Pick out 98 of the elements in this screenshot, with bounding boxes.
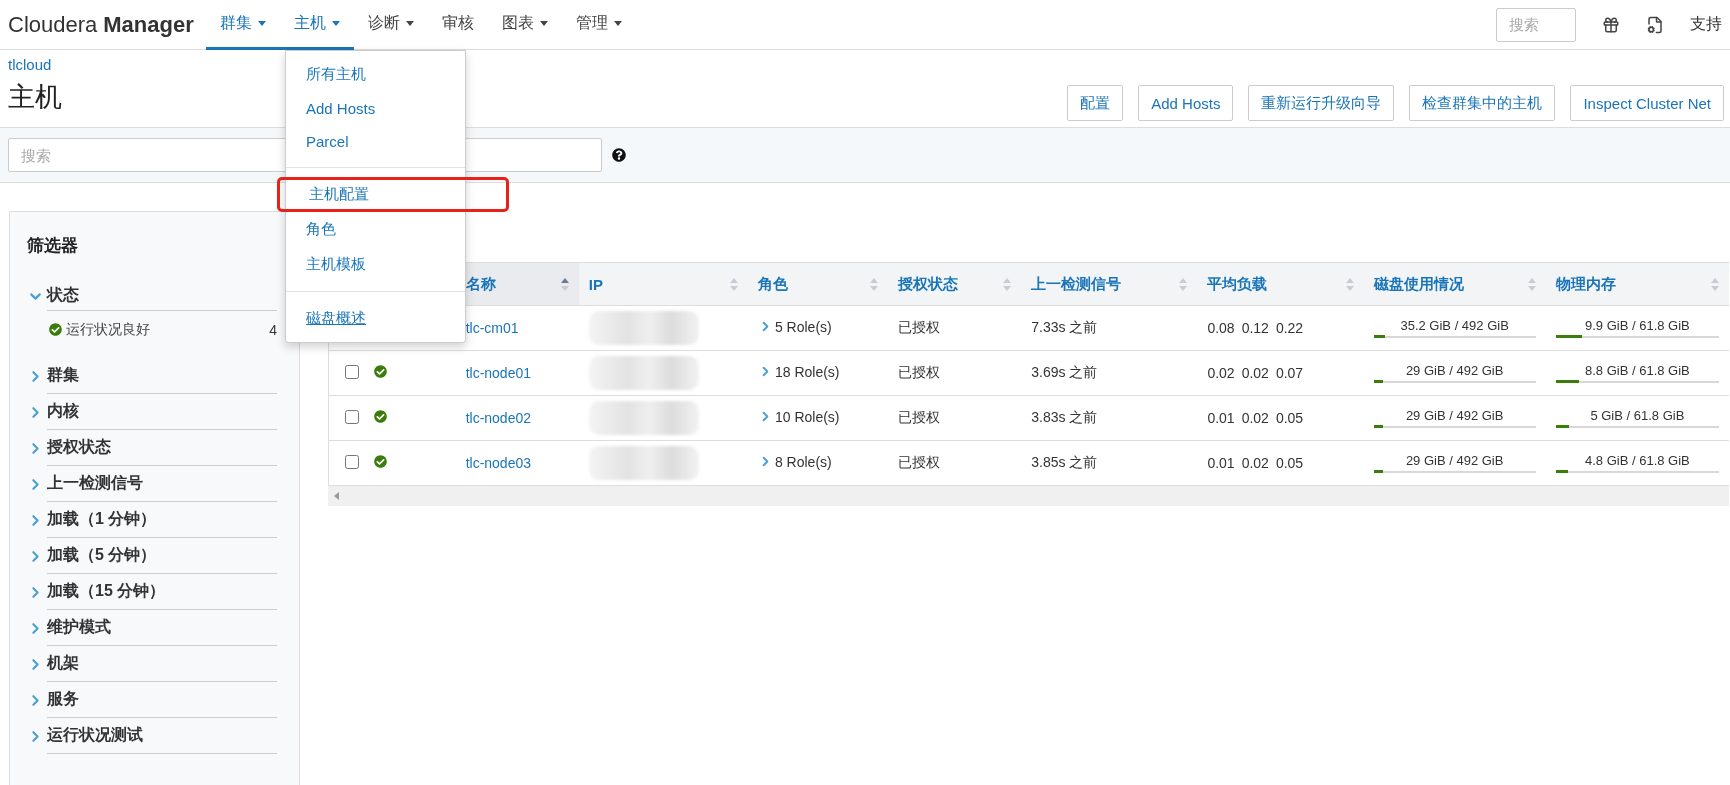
load-value: 0.01 — [1207, 455, 1235, 471]
filter-section[interactable]: 内核 — [27, 394, 277, 430]
nav-menu[interactable]: 图表 — [487, 0, 562, 50]
caret-icon — [257, 21, 266, 26]
column-header[interactable]: 平均负载 — [1197, 262, 1364, 306]
filter-section[interactable]: 授权状态 — [27, 430, 277, 466]
caret-icon — [539, 21, 548, 26]
horizontal-scrollbar[interactable] — [328, 486, 1729, 506]
host-link[interactable]: tlc-node01 — [465, 365, 531, 381]
row-checkbox[interactable] — [345, 364, 359, 379]
load-value: 0.22 — [1275, 320, 1304, 336]
nav-menu[interactable]: 群集 — [205, 0, 280, 50]
sort-icon[interactable] — [870, 277, 879, 291]
column-header[interactable]: 上一检测信号 — [1021, 262, 1198, 306]
sort-icon[interactable] — [1003, 277, 1012, 291]
filter-section[interactable]: 上一检测信号 — [27, 466, 277, 502]
load-value: 0.02 — [1241, 455, 1269, 471]
action-button[interactable]: 配置 — [1067, 85, 1124, 121]
sort-icon[interactable] — [729, 277, 738, 291]
table-cell: 3.83s 之前 — [1021, 395, 1198, 441]
table-cell: 已授权 — [888, 440, 1022, 486]
usage-reading: 4.8 GiB / 61.8 GiB — [1584, 453, 1691, 468]
filter-section[interactable]: 加载（5 分钟） — [27, 538, 277, 574]
load-value: 0.02 — [1207, 365, 1235, 381]
load-value: 0.08 — [1207, 320, 1235, 336]
nav-menu[interactable]: 审核 — [427, 0, 488, 50]
load-value: 0.02 — [1241, 365, 1269, 381]
roles-toggle[interactable]: 18 Role(s) — [757, 363, 840, 380]
table-cell: 已授权 — [888, 305, 1022, 351]
host-link[interactable]: tlc-cm01 — [465, 320, 519, 336]
filter-section[interactable]: 运行状况测试 — [27, 718, 277, 754]
roles-toggle[interactable]: 10 Role(s) — [757, 408, 840, 425]
column-header[interactable]: 角色 — [747, 262, 889, 306]
nav-menu[interactable]: 管理 — [561, 0, 636, 50]
menu-item[interactable]: Add Hosts — [286, 92, 465, 125]
load-value: 0.05 — [1275, 410, 1304, 426]
action-button[interactable]: 检查群集中的主机 — [1409, 85, 1556, 121]
usage-reading: 29 GiB / 492 GiB — [1404, 363, 1505, 378]
filter-section[interactable]: 机架 — [27, 646, 277, 682]
support-menu[interactable]: 支持 — [1690, 14, 1722, 35]
filter-section[interactable]: 加载（1 分钟） — [27, 502, 277, 538]
action-button[interactable]: Inspect Cluster Net — [1570, 85, 1724, 121]
breadcrumb-link[interactable]: tlcloud — [8, 56, 62, 73]
table-cell: 3.85s 之前 — [1021, 440, 1198, 486]
load-value: 0.02 — [1241, 410, 1269, 426]
caret-icon — [613, 21, 622, 26]
column-header[interactable]: 磁盘使用情况 — [1363, 262, 1546, 306]
host-link[interactable]: tlc-node03 — [465, 455, 531, 471]
load-value: 0.05 — [1275, 455, 1304, 471]
load-value: 0.12 — [1241, 320, 1269, 336]
usage-reading: 9.9 GiB / 61.8 GiB — [1584, 318, 1691, 333]
filter-section[interactable]: 状态 — [27, 281, 277, 311]
usage-reading: 35.2 GiB / 492 GiB — [1399, 318, 1510, 333]
filter-title: 筛选器 — [27, 235, 79, 257]
column-header[interactable]: IP — [578, 262, 748, 306]
sort-icon[interactable] — [1527, 277, 1536, 291]
usage-reading: 29 GiB / 492 GiB — [1404, 408, 1505, 423]
document-gear-icon[interactable] — [1646, 15, 1664, 34]
caret-icon — [405, 21, 414, 26]
menu-item[interactable]: 所有主机 — [286, 57, 465, 92]
brand-logo[interactable]: Cloudera Manager — [8, 0, 194, 49]
table-cell: 3.69s 之前 — [1021, 350, 1198, 396]
action-button[interactable]: Add Hosts — [1138, 85, 1234, 121]
column-header[interactable]: 物理内存 — [1545, 262, 1729, 306]
table-cell: 已授权 — [888, 350, 1022, 396]
row-checkbox[interactable] — [345, 409, 359, 424]
nav-menu[interactable]: 诊断 — [353, 0, 428, 50]
sort-icon[interactable] — [1345, 277, 1354, 291]
filter-section[interactable]: 群集 — [27, 358, 277, 394]
menu-item[interactable]: Parcel — [286, 125, 465, 158]
usage-reading: 29 GiB / 492 GiB — [1404, 453, 1505, 468]
scroll-left-icon[interactable] — [334, 492, 339, 500]
table-cell: 已授权 — [888, 395, 1022, 441]
sort-icon[interactable] — [1179, 277, 1188, 291]
table-cell: 7.33s 之前 — [1021, 305, 1198, 351]
host-link[interactable]: tlc-node02 — [465, 410, 531, 426]
filter-section[interactable]: 加载（15 分钟） — [27, 574, 277, 610]
usage-reading: 5 GiB / 61.8 GiB — [1589, 408, 1686, 423]
action-button[interactable]: 重新运行升级向导 — [1248, 85, 1395, 121]
roles-toggle[interactable]: 5 Role(s) — [757, 318, 832, 335]
filter-section[interactable]: 服务 — [27, 682, 277, 718]
load-value: 0.07 — [1275, 365, 1304, 381]
menu-item[interactable]: 角色 — [286, 212, 465, 247]
roles-toggle[interactable]: 8 Role(s) — [757, 453, 832, 470]
search-field[interactable]: 搜索 — [1496, 7, 1576, 42]
row-checkbox[interactable] — [345, 454, 359, 469]
sort-icon[interactable] — [1711, 277, 1719, 291]
help-icon[interactable] — [612, 148, 626, 162]
gift-icon[interactable] — [1602, 15, 1620, 34]
load-value: 0.01 — [1207, 410, 1235, 426]
filter-section[interactable]: 维护模式 — [27, 610, 277, 646]
usage-reading: 8.8 GiB / 61.8 GiB — [1584, 363, 1691, 378]
column-header[interactable]: 授权状态 — [888, 262, 1022, 306]
filter-option[interactable]: 运行状况良好 4 — [27, 311, 277, 348]
caret-icon — [331, 21, 340, 26]
menu-item[interactable]: 主机配置 — [277, 177, 509, 212]
page-title: 主机 — [8, 81, 62, 114]
sort-icon[interactable] — [560, 277, 569, 291]
